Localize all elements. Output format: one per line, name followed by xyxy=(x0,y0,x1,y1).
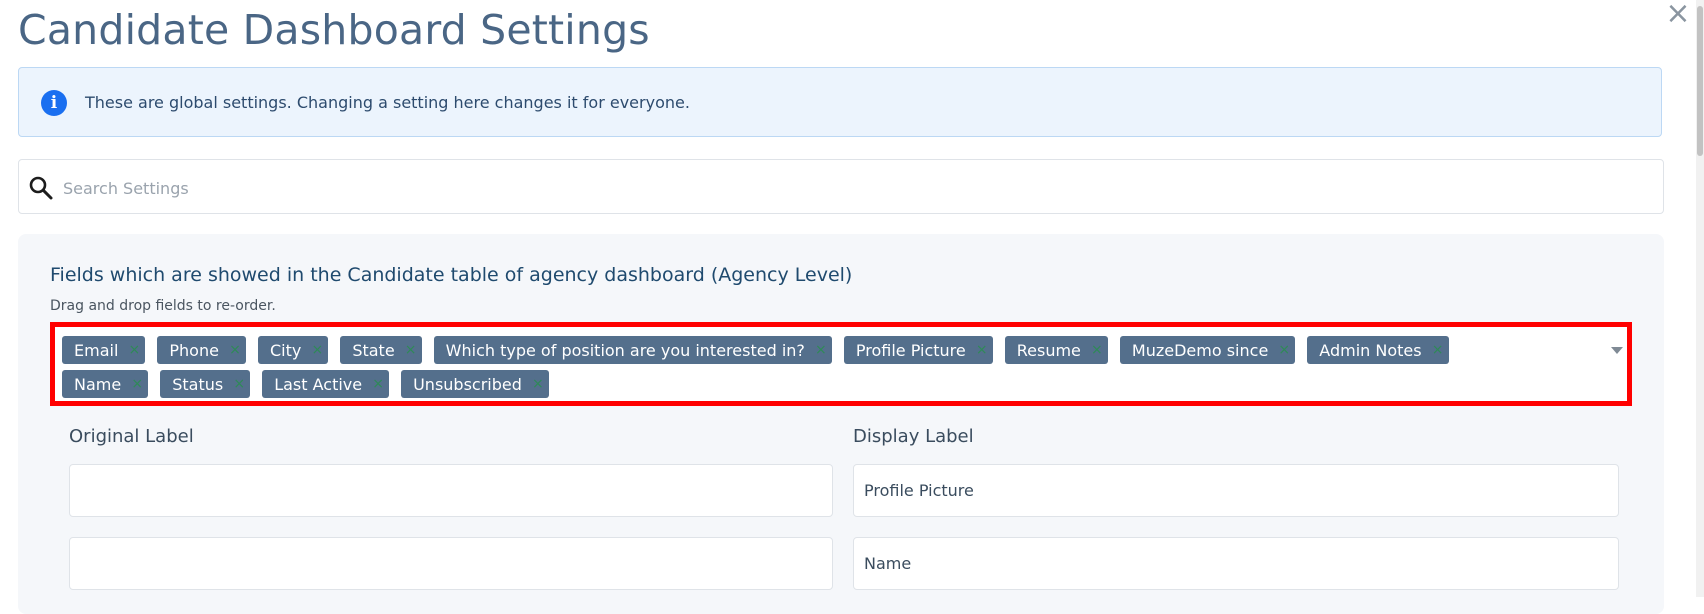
info-icon: i xyxy=(41,90,67,116)
close-icon[interactable]: × xyxy=(1664,0,1692,29)
field-tag[interactable]: Resume × xyxy=(1004,336,1108,364)
field-tag[interactable]: City × xyxy=(257,336,329,364)
display-label-input[interactable] xyxy=(853,464,1619,517)
info-alert-text: These are global settings. Changing a se… xyxy=(85,93,690,112)
field-tag-label: State xyxy=(352,340,395,360)
remove-tag-icon[interactable]: × xyxy=(1090,342,1104,358)
remove-tag-icon[interactable]: × xyxy=(228,342,242,358)
field-tag[interactable]: Status × xyxy=(160,370,251,398)
info-alert: i These are global settings. Changing a … xyxy=(18,67,1662,137)
remove-tag-icon[interactable]: × xyxy=(404,342,418,358)
panel-hint: Drag and drop fields to re-order. xyxy=(50,298,276,314)
field-tag-label: Status xyxy=(172,374,224,394)
chevron-down-icon[interactable] xyxy=(1611,347,1623,354)
tags-row: Email × Phone × City × State × Which type of pos… xyxy=(62,336,1449,364)
original-label-input[interactable] xyxy=(69,464,833,517)
field-tag-label: Admin Notes xyxy=(1319,340,1422,360)
fields-settings-panel: Fields which are showed in the Candidate… xyxy=(18,234,1664,614)
remove-tag-icon[interactable]: × xyxy=(371,376,385,392)
search-input[interactable] xyxy=(61,172,1645,204)
original-label-input[interactable] xyxy=(69,537,833,590)
field-tag-label: Name xyxy=(74,374,122,394)
field-tag-label: Phone xyxy=(169,340,219,360)
scrollbar-thumb[interactable] xyxy=(1697,6,1703,156)
field-tag[interactable]: Last Active × xyxy=(262,370,390,398)
original-label-header: Original Label xyxy=(69,426,194,447)
search-box[interactable] xyxy=(18,159,1664,214)
remove-tag-icon[interactable]: × xyxy=(232,376,246,392)
field-tag[interactable]: Unsubscribed × xyxy=(401,370,549,398)
field-tag-label: MuzeDemo since xyxy=(1131,340,1269,360)
display-label-input[interactable] xyxy=(853,537,1619,590)
field-tag-label: Resume xyxy=(1016,340,1081,360)
remove-tag-icon[interactable]: × xyxy=(127,342,141,358)
field-tag-label: Profile Picture xyxy=(855,340,966,360)
field-tag[interactable]: Name × xyxy=(62,370,149,398)
remove-tag-icon[interactable]: × xyxy=(814,342,828,358)
remove-tag-icon[interactable]: × xyxy=(310,342,324,358)
scrollbar[interactable] xyxy=(1696,0,1704,597)
field-tag[interactable]: Admin Notes × xyxy=(1307,336,1449,364)
field-tag-label: Last Active xyxy=(274,374,363,394)
field-tag[interactable]: MuzeDemo since × xyxy=(1119,336,1296,364)
field-tag-label: City xyxy=(269,340,302,360)
display-label-header: Display Label xyxy=(853,426,974,447)
panel-heading: Fields which are showed in the Candidate… xyxy=(50,264,853,286)
field-tag[interactable]: Phone × xyxy=(157,336,246,364)
field-tag[interactable]: State × xyxy=(340,336,422,364)
remove-tag-icon[interactable]: × xyxy=(1277,342,1291,358)
field-tag-label: Unsubscribed xyxy=(413,374,522,394)
field-tag[interactable]: Email × xyxy=(62,336,146,364)
remove-tag-icon[interactable]: × xyxy=(975,342,989,358)
field-tag[interactable]: Profile Picture × xyxy=(843,336,993,364)
field-tag[interactable]: Which type of position are you intereste… xyxy=(433,336,832,364)
remove-tag-icon[interactable]: × xyxy=(130,376,144,392)
page-title: Candidate Dashboard Settings xyxy=(18,6,650,54)
tags-row: Name × Status × Last Active × Unsubscribed × xyxy=(62,370,549,398)
field-tag-label: Which type of position are you intereste… xyxy=(445,340,805,360)
remove-tag-icon[interactable]: × xyxy=(531,376,545,392)
search-icon xyxy=(29,176,53,200)
field-tag-label: Email xyxy=(74,340,119,360)
remove-tag-icon[interactable]: × xyxy=(1431,342,1445,358)
fields-multiselect[interactable]: Email × Phone × City × State × Which type of pos… xyxy=(50,322,1632,406)
